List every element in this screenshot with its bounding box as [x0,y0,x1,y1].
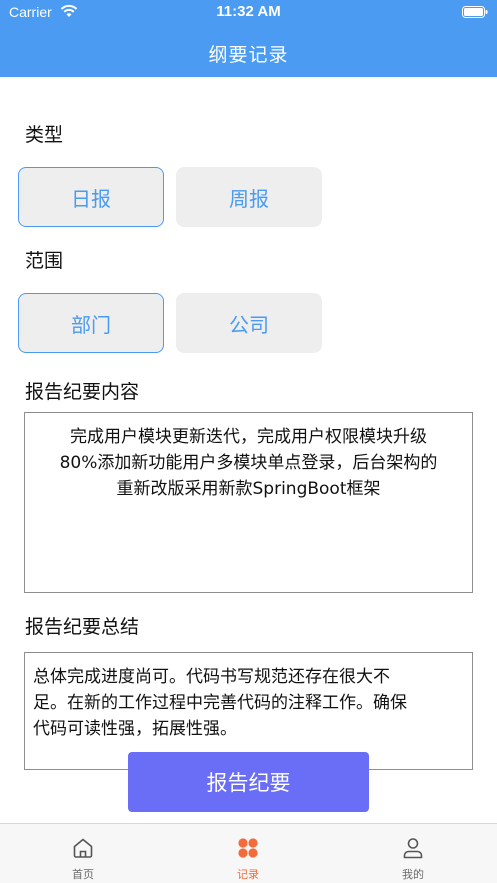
tab-bar: 首页 记录 我的 [0,823,497,883]
person-icon [403,838,423,859]
submit-report-button[interactable]: 报告纪要 [128,752,369,812]
scope-label: 范围 [25,250,64,272]
home-icon [73,838,93,858]
scope-option-company[interactable]: 公司 [176,293,322,353]
tab-records-label: 记录 [237,868,259,881]
tab-home[interactable]: 首页 [23,824,143,883]
type-option-weekly[interactable]: 周报 [176,167,322,227]
scope-option-department[interactable]: 部门 [18,293,164,353]
header-bar: Carrier 11:32 AM 纲要记录 [0,0,497,77]
content-label: 报告纪要内容 [25,381,140,403]
type-option-daily[interactable]: 日报 [18,167,164,227]
content-line: 重新改版采用新款SpringBoot框架 [116,479,381,499]
summary-line: 足。在新的工作过程中完善代码的注释工作。确保 [33,693,407,713]
summary-line: 总体完成进度尚可。代码书写规范还存在很大不 [33,667,390,687]
page-title: 纲要记录 [208,44,289,66]
tab-records[interactable]: 记录 [188,824,308,883]
summary-line: 代码可读性强，拓展性强。 [33,719,237,739]
type-label: 类型 [25,124,64,146]
battery-icon [462,6,488,18]
tab-mine[interactable]: 我的 [353,824,473,883]
status-bar: Carrier 11:32 AM [0,0,497,26]
grid-icon [238,838,258,858]
status-time: 11:32 AM [216,3,281,20]
content-textarea[interactable]: 完成用户模块更新迭代，完成用户权限模块升级 80%添加新功能用户多模块单点登录，… [24,412,473,593]
tab-mine-label: 我的 [402,868,424,881]
tab-home-label: 首页 [72,868,94,881]
content-line: 80%添加新功能用户多模块单点登录，后台架构的 [59,453,438,473]
summary-label: 报告纪要总结 [25,616,140,638]
content-line: 完成用户模块更新迭代，完成用户权限模块升级 [70,427,427,447]
